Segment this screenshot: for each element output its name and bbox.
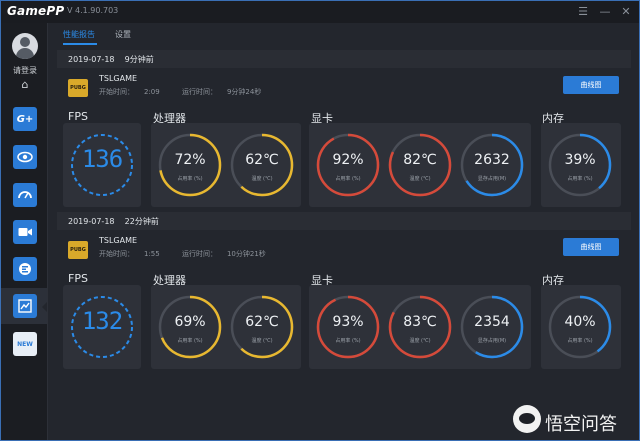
home-icon[interactable]: ⌂ bbox=[17, 79, 33, 91]
session-date: 2019-07-18 22分钟前 bbox=[68, 217, 159, 226]
cpu-temp-label: 温度 (℃) bbox=[251, 176, 273, 182]
memory-gauge: 39% 占用率 (%) bbox=[547, 132, 613, 198]
video-camera-icon bbox=[18, 228, 32, 236]
sidebar-item-performance[interactable] bbox=[13, 183, 37, 207]
session-date: 2019-07-18 9分钟前 bbox=[68, 55, 154, 64]
tab-settings[interactable]: 设置 bbox=[115, 29, 131, 40]
vram-label: 显存占用(M) bbox=[477, 176, 507, 182]
watermark-text: 悟空问答 bbox=[545, 414, 617, 435]
cpu-temp-label: 温度 (℃) bbox=[251, 338, 273, 344]
curve-chart-button[interactable]: 曲线图 bbox=[563, 238, 619, 256]
cpu-temp-gauge: 62℃ 温度 (℃) bbox=[229, 294, 295, 360]
fps-card: 136 bbox=[63, 123, 141, 207]
vram-label: 显存占用(M) bbox=[477, 338, 507, 344]
avatar[interactable] bbox=[12, 33, 38, 59]
watermark: 悟空问答 bbox=[513, 401, 637, 437]
cpu-card: 72% 占用率 (%) 62℃ 温度 (℃) bbox=[151, 123, 301, 207]
game-name: TSLGAME bbox=[99, 236, 138, 245]
gpu-temp-value: 82℃ bbox=[403, 152, 437, 168]
pubg-game-icon: PUBG bbox=[68, 79, 88, 97]
fps-value: 136 bbox=[81, 145, 123, 173]
memory-card: 40% 占用率 (%) bbox=[541, 285, 621, 369]
fps-title: FPS bbox=[68, 110, 88, 123]
session-header: 2019-07-18 22分钟前 bbox=[57, 212, 631, 230]
boost-icon bbox=[19, 263, 31, 275]
tab-bar: 性能报告 设置 bbox=[49, 23, 639, 47]
sidebar-item-boost[interactable] bbox=[13, 257, 37, 281]
game-times: 开始时间： 1:55 运行时间： 10分钟21秒 bbox=[99, 250, 266, 258]
app-logo: GamePP bbox=[7, 4, 65, 18]
fps-title: FPS bbox=[68, 272, 88, 285]
sidebar-item-news[interactable]: NEW bbox=[13, 332, 37, 356]
speedometer-icon bbox=[18, 191, 32, 199]
gpu-usage-label: 占用率 (%) bbox=[335, 338, 361, 344]
menu-icon[interactable]: ☰ bbox=[575, 4, 591, 20]
tab-performance-report[interactable]: 性能报告 bbox=[63, 29, 95, 40]
gpu-card: 92% 占用率 (%) 82℃ 温度 (℃) 2632 显存占用(M) bbox=[309, 123, 531, 207]
app-window: GamePP V 4.1.90.703 ☰ — ✕ 请登录 ⌂ G+ NEW 性… bbox=[0, 0, 640, 441]
memory-gauge: 40% 占用率 (%) bbox=[547, 294, 613, 360]
login-link[interactable]: 请登录 bbox=[5, 65, 45, 76]
gpu-temp-value: 83℃ bbox=[403, 314, 437, 330]
session-card: 2019-07-18 9分钟前 PUBG TSLGAME 开始时间： 2:09 运… bbox=[57, 50, 631, 210]
gpu-temp-label: 温度 (℃) bbox=[409, 338, 431, 344]
fps-card: 132 bbox=[63, 285, 141, 369]
gpu-usage-label: 占用率 (%) bbox=[335, 176, 361, 182]
cpu-usage-label: 占用率 (%) bbox=[177, 338, 203, 344]
cpu-temp-value: 62℃ bbox=[245, 152, 279, 168]
gpu-usage-gauge: 92% 占用率 (%) bbox=[315, 132, 381, 198]
sidebar-item-report[interactable] bbox=[13, 294, 37, 318]
close-button[interactable]: ✕ bbox=[618, 4, 634, 20]
minimize-button[interactable]: — bbox=[597, 4, 613, 20]
cpu-card: 69% 占用率 (%) 62℃ 温度 (℃) bbox=[151, 285, 301, 369]
pubg-game-icon: PUBG bbox=[68, 241, 88, 259]
sidebar-active-arrow bbox=[42, 302, 47, 312]
vram-gauge: 2632 显存占用(M) bbox=[459, 132, 525, 198]
g-plus-icon: G+ bbox=[16, 113, 34, 125]
game-times: 开始时间： 2:09 运行时间： 9分钟24秒 bbox=[99, 88, 262, 96]
cpu-temp-value: 62℃ bbox=[245, 314, 279, 330]
eye-icon bbox=[17, 151, 33, 163]
gpu-card: 93% 占用率 (%) 83℃ 温度 (℃) 2354 显存占用(M) bbox=[309, 285, 531, 369]
game-name: TSLGAME bbox=[99, 74, 138, 83]
active-tab-indicator bbox=[63, 43, 97, 45]
cpu-usage-label: 占用率 (%) bbox=[177, 176, 203, 182]
memory-card: 39% 占用率 (%) bbox=[541, 123, 621, 207]
memory-value: 39% bbox=[564, 152, 596, 168]
gpu-usage-value: 92% bbox=[332, 152, 364, 168]
session-card: 2019-07-18 22分钟前 PUBG TSLGAME 开始时间： 1:55 … bbox=[57, 212, 631, 372]
new-badge-icon: NEW bbox=[17, 340, 33, 348]
vram-value: 2354 bbox=[474, 314, 510, 330]
session-header: 2019-07-18 9分钟前 bbox=[57, 50, 631, 68]
curve-chart-button[interactable]: 曲线图 bbox=[563, 76, 619, 94]
fps-gauge: 132 bbox=[69, 294, 135, 360]
fps-value: 132 bbox=[81, 307, 123, 335]
app-version: V 4.1.90.703 bbox=[67, 6, 119, 15]
gpu-usage-gauge: 93% 占用率 (%) bbox=[315, 294, 381, 360]
sidebar-item-record[interactable] bbox=[13, 220, 37, 244]
wukong-logo-icon bbox=[513, 405, 541, 433]
cpu-usage-gauge: 69% 占用率 (%) bbox=[157, 294, 223, 360]
gpu-usage-value: 93% bbox=[332, 314, 364, 330]
vram-value: 2632 bbox=[474, 152, 510, 168]
vram-gauge: 2354 显存占用(M) bbox=[459, 294, 525, 360]
chart-report-icon bbox=[18, 299, 32, 313]
fps-gauge: 136 bbox=[69, 132, 135, 198]
memory-value: 40% bbox=[564, 314, 596, 330]
sidebar-item-g-plus[interactable]: G+ bbox=[13, 107, 37, 131]
gpu-temp-gauge: 82℃ 温度 (℃) bbox=[387, 132, 453, 198]
cpu-usage-value: 69% bbox=[174, 314, 206, 330]
title-bar: GamePP V 4.1.90.703 ☰ — ✕ bbox=[1, 1, 639, 23]
gpu-temp-gauge: 83℃ 温度 (℃) bbox=[387, 294, 453, 360]
cpu-temp-gauge: 62℃ 温度 (℃) bbox=[229, 132, 295, 198]
cpu-usage-gauge: 72% 占用率 (%) bbox=[157, 132, 223, 198]
gpu-temp-label: 温度 (℃) bbox=[409, 176, 431, 182]
sidebar: 请登录 ⌂ G+ NEW bbox=[1, 23, 48, 440]
memory-label: 占用率 (%) bbox=[567, 176, 593, 182]
cpu-usage-value: 72% bbox=[174, 152, 206, 168]
memory-label: 占用率 (%) bbox=[567, 338, 593, 344]
sidebar-item-overlay[interactable] bbox=[13, 145, 37, 169]
